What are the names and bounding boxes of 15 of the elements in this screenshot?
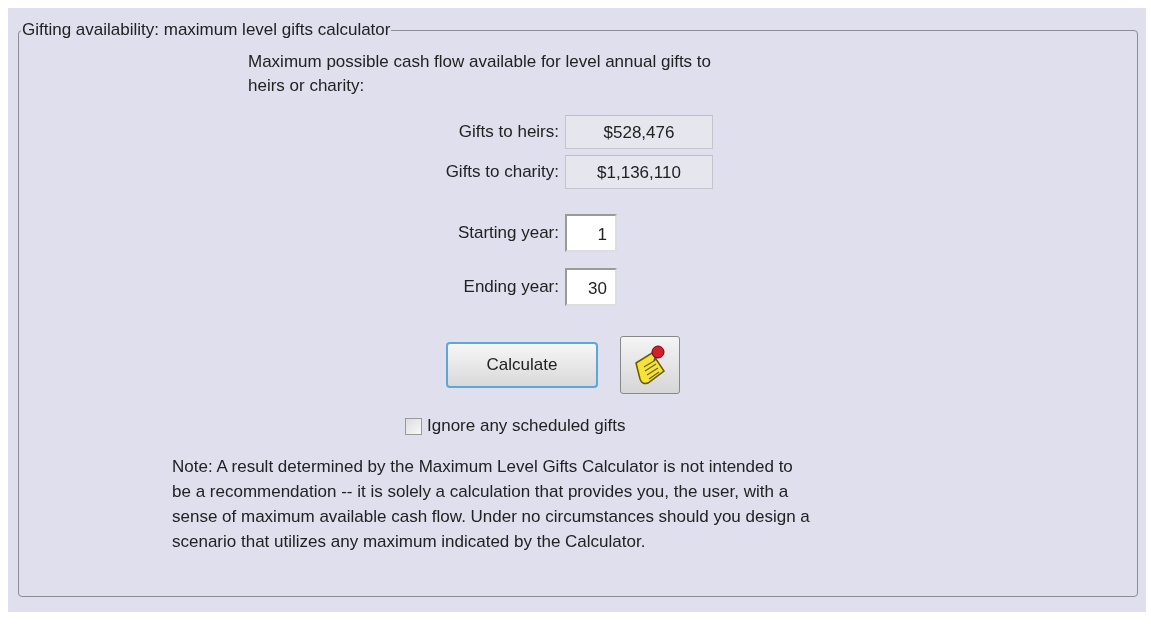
result-field: $1,136,110 bbox=[565, 155, 713, 189]
field-label: Starting year: bbox=[456, 223, 560, 243]
result-field: $528,476 bbox=[565, 115, 713, 149]
note-button[interactable] bbox=[620, 336, 680, 394]
note-text: Note: A result determined by the Maximum Level Gifts Calculator is not intended to be a recommendation -- it is solely a calculation that provides you, the user, with a sense of maximum available cash flow. Under no circumstances should you design a scenario that utilizes any maximum indicated by the Calculator. bbox=[172, 456, 811, 553]
year-input-field[interactable]: 1 bbox=[565, 214, 617, 252]
year-input-field[interactable]: 30 bbox=[565, 268, 617, 306]
field-label: Gifts to charity: bbox=[444, 162, 560, 182]
field-label: Ending year: bbox=[462, 277, 560, 297]
field-label: Gifts to heirs: bbox=[457, 122, 560, 142]
calculate-button[interactable]: Calculate bbox=[446, 342, 598, 388]
checkbox-label[interactable]: Ignore any scheduled gifts bbox=[427, 416, 626, 436]
group-title: Gifting availability: maximum level gifts calculator bbox=[21, 20, 392, 40]
intro-text: Maximum possible cash flow available for level annual gifts to heirs or charity: bbox=[248, 51, 712, 97]
checkbox[interactable] bbox=[405, 417, 422, 435]
